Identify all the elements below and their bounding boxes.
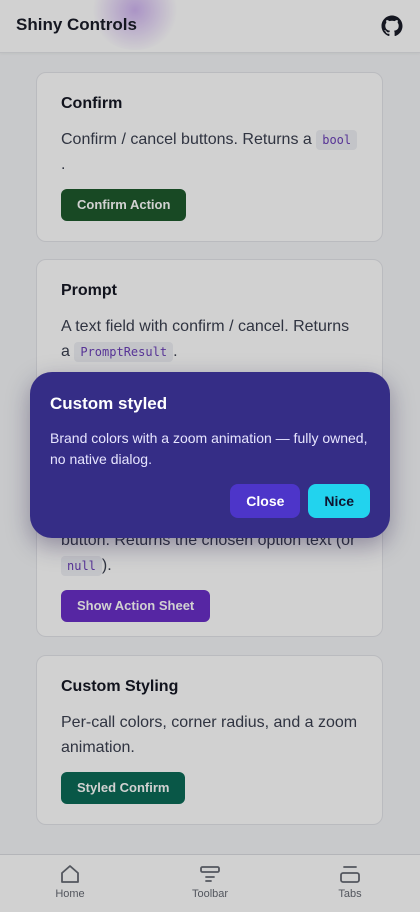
dialog-title: Custom styled	[50, 394, 168, 413]
nice-button[interactable]: Nice	[308, 484, 370, 518]
app: Shiny Controls Confirm Confirm / cancel …	[0, 0, 420, 912]
dialog-actions: Close Nice	[222, 484, 370, 518]
close-button[interactable]: Close	[230, 484, 301, 518]
dialog-message: Brand colors with a zoom animation — ful…	[50, 430, 368, 467]
custom-styled-dialog: Custom styled Brand colors with a zoom a…	[30, 372, 390, 538]
